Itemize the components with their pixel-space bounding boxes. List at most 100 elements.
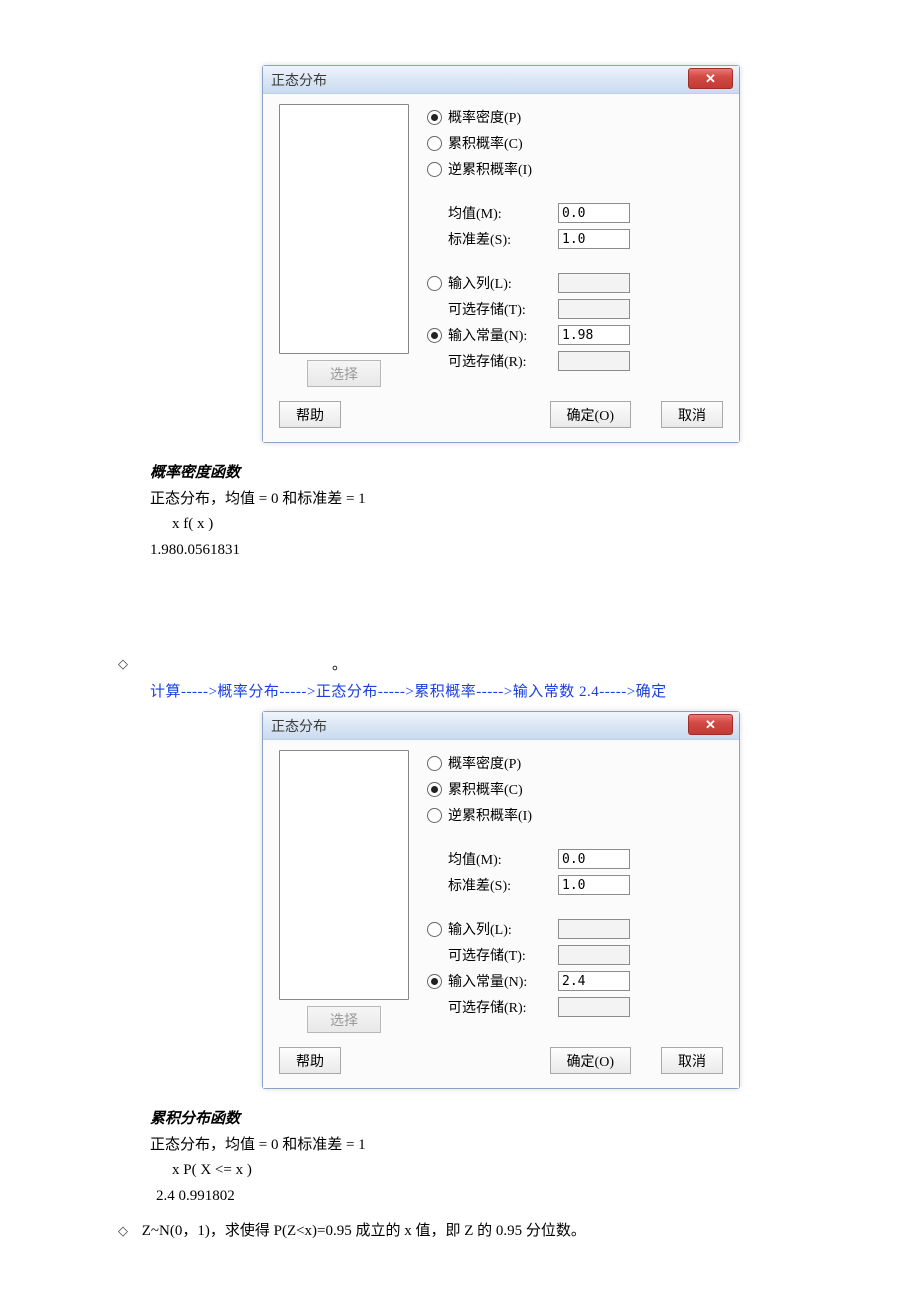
std-label: 标准差(S):: [448, 229, 558, 249]
output2-header: x P( X <= x ): [172, 1158, 920, 1184]
output2-row: 2.4 0.991802: [156, 1184, 920, 1210]
output1-line1: 正态分布，均值 = 0 和标准差 = 1: [150, 487, 920, 513]
mean-input[interactable]: [558, 203, 630, 223]
store-t-label: 可选存储(T):: [448, 945, 558, 965]
select-button: 选择: [307, 360, 381, 387]
radio-cumulative-label: 累积概率(C): [448, 779, 523, 799]
radio-inverse-row[interactable]: 逆累积概率(I): [427, 802, 723, 828]
radio-cumulative[interactable]: [427, 136, 442, 151]
store-t-row: 可选存储(T):: [427, 942, 723, 968]
radio-inverse-label: 逆累积概率(I): [448, 159, 532, 179]
help-button[interactable]: 帮助: [279, 401, 341, 428]
input-col-input: [558, 273, 630, 293]
radio-cumulative-row[interactable]: 累积概率(C): [427, 130, 723, 156]
dialog-footer: 帮助 确定(O) 取消: [263, 1039, 739, 1088]
select-button: 选择: [307, 1006, 381, 1033]
dialog-title: 正态分布: [271, 70, 327, 90]
radio-prob-density-row[interactable]: 概率密度(P): [427, 104, 723, 130]
std-input[interactable]: [558, 875, 630, 895]
input-const-label: 输入常量(N):: [448, 971, 558, 991]
cancel-button[interactable]: 取消: [661, 401, 723, 428]
radio-inverse-label: 逆累积概率(I): [448, 805, 532, 825]
std-label: 标准差(S):: [448, 875, 558, 895]
output1-row: 1.980.0561831: [150, 538, 920, 564]
radio-prob-density-label: 概率密度(P): [448, 753, 521, 773]
ok-button[interactable]: 确定(O): [550, 1047, 631, 1074]
input-const-input[interactable]: [558, 971, 630, 991]
output-2: 累积分布函数 正态分布，均值 = 0 和标准差 = 1 x P( X <= x …: [150, 1107, 920, 1209]
ok-button[interactable]: 确定(O): [550, 401, 631, 428]
radio-inverse[interactable]: [427, 808, 442, 823]
input-col-row[interactable]: 输入列(L):: [427, 916, 723, 942]
store-r-input: [558, 351, 630, 371]
mean-label: 均值(M):: [448, 849, 558, 869]
titlebar[interactable]: 正态分布 ✕: [263, 66, 739, 94]
dialog-body: 选择 概率密度(P) 累积概率(C) 逆累积概率(I) 均值(M):: [263, 740, 739, 1039]
left-column: 选择: [279, 750, 409, 1033]
input-col-label: 输入列(L):: [448, 919, 558, 939]
input-const-row[interactable]: 输入常量(N):: [427, 968, 723, 994]
radio-prob-density-row[interactable]: 概率密度(P): [427, 750, 723, 776]
variable-listbox[interactable]: [279, 104, 409, 354]
store-r-label: 可选存储(R):: [448, 351, 558, 371]
right-column: 概率密度(P) 累积概率(C) 逆累积概率(I) 均值(M): 标准差(S):: [409, 750, 723, 1033]
std-row: 标准差(S):: [427, 872, 723, 898]
note-text: Z~N(0，1)，求使得 P(Z<x)=0.95 成立的 x 值，即 Z 的 0…: [142, 1223, 586, 1239]
radio-inverse-row[interactable]: 逆累积概率(I): [427, 156, 723, 182]
titlebar[interactable]: 正态分布 ✕: [263, 712, 739, 740]
close-button[interactable]: ✕: [688, 68, 733, 89]
dialog-body: 选择 概率密度(P) 累积概率(C) 逆累积概率(I) 均值(M):: [263, 94, 739, 393]
output-1: 概率密度函数 正态分布，均值 = 0 和标准差 = 1 x f( x ) 1.9…: [150, 461, 920, 563]
normal-distribution-dialog-1: 正态分布 ✕ 选择 概率密度(P) 累积概率(C) 逆累积概率(I): [262, 65, 740, 443]
radio-input-const[interactable]: [427, 974, 442, 989]
radio-input-const[interactable]: [427, 328, 442, 343]
close-icon: ✕: [705, 71, 716, 87]
store-r-row: 可选存储(R):: [427, 994, 723, 1020]
output1-title: 概率密度函数: [150, 461, 920, 487]
dialog-footer: 帮助 确定(O) 取消: [263, 393, 739, 442]
right-column: 概率密度(P) 累积概率(C) 逆累积概率(I) 均值(M): 标准差(S):: [409, 104, 723, 387]
store-t-row: 可选存储(T):: [427, 296, 723, 322]
dialog-title: 正态分布: [271, 716, 327, 736]
left-column: 选择: [279, 104, 409, 387]
input-col-label: 输入列(L):: [448, 273, 558, 293]
output1-header: x f( x ): [172, 512, 920, 538]
mean-row: 均值(M):: [427, 846, 723, 872]
store-r-row: 可选存储(R):: [427, 348, 723, 374]
input-const-row[interactable]: 输入常量(N):: [427, 322, 723, 348]
mean-label: 均值(M):: [448, 203, 558, 223]
radio-input-col[interactable]: [427, 276, 442, 291]
input-col-row[interactable]: 输入列(L):: [427, 270, 723, 296]
close-button[interactable]: ✕: [688, 714, 733, 735]
radio-cumulative-row[interactable]: 累积概率(C): [427, 776, 723, 802]
std-row: 标准差(S):: [427, 226, 723, 252]
radio-inverse[interactable]: [427, 162, 442, 177]
std-input[interactable]: [558, 229, 630, 249]
radio-cumulative-label: 累积概率(C): [448, 133, 523, 153]
radio-prob-density[interactable]: [427, 110, 442, 125]
diamond-icon: ◇: [118, 656, 128, 672]
help-button[interactable]: 帮助: [279, 1047, 341, 1074]
store-r-input: [558, 997, 630, 1017]
store-t-label: 可选存储(T):: [448, 299, 558, 319]
note-row: ◇ Z~N(0，1)，求使得 P(Z<x)=0.95 成立的 x 值，即 Z 的…: [118, 1219, 920, 1245]
store-r-label: 可选存储(R):: [448, 997, 558, 1017]
blue-path: 计算----->概率分布----->正态分布----->累积概率----->输入…: [150, 680, 920, 701]
cancel-button[interactable]: 取消: [661, 1047, 723, 1074]
output2-title: 累积分布函数: [150, 1107, 920, 1133]
input-col-input: [558, 919, 630, 939]
bullet-row: ◇ 。: [118, 653, 920, 674]
mean-input[interactable]: [558, 849, 630, 869]
store-t-input: [558, 299, 630, 319]
radio-cumulative[interactable]: [427, 782, 442, 797]
radio-prob-density[interactable]: [427, 756, 442, 771]
radio-input-col[interactable]: [427, 922, 442, 937]
input-const-input[interactable]: [558, 325, 630, 345]
mean-row: 均值(M):: [427, 200, 723, 226]
output2-line1: 正态分布，均值 = 0 和标准差 = 1: [150, 1133, 920, 1159]
normal-distribution-dialog-2: 正态分布 ✕ 选择 概率密度(P) 累积概率(C) 逆累积概率(I): [262, 711, 740, 1089]
diamond-icon: ◇: [118, 1223, 128, 1238]
store-t-input: [558, 945, 630, 965]
close-icon: ✕: [705, 717, 716, 733]
variable-listbox[interactable]: [279, 750, 409, 1000]
